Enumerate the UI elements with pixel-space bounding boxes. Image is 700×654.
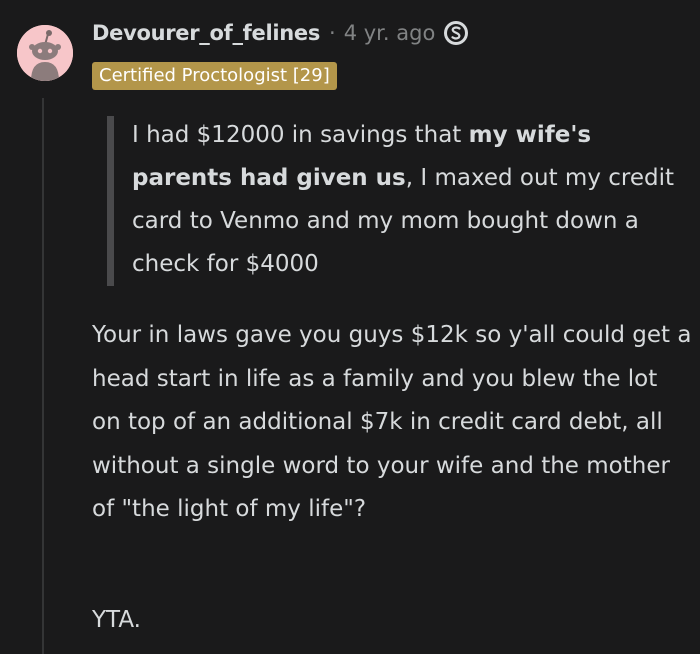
timestamp[interactable]: 4 yr. ago [344, 21, 436, 45]
blockquote: I had $12000 in savings that my wife's p… [132, 114, 692, 286]
silver-award-icon[interactable] [443, 20, 469, 46]
snoo-avatar-icon [17, 25, 73, 81]
quote-text-1: I had $12000 in savings that [132, 122, 469, 148]
meta-separator: · [329, 21, 336, 45]
user-flair: Certified Proctologist [29] [92, 62, 337, 90]
avatar[interactable] [17, 25, 73, 81]
comment: Devourer_of_felines · 4 yr. ago Certifie… [0, 0, 700, 654]
verdict-text: YTA. [92, 607, 141, 633]
author-name[interactable]: Devourer_of_felines [92, 21, 320, 45]
comment-body: Your in laws gave you guys $12k so y'all… [92, 322, 692, 522]
quote-bar [107, 116, 114, 286]
comment-meta: Devourer_of_felines · 4 yr. ago [92, 18, 469, 48]
thread-line[interactable] [42, 98, 44, 654]
